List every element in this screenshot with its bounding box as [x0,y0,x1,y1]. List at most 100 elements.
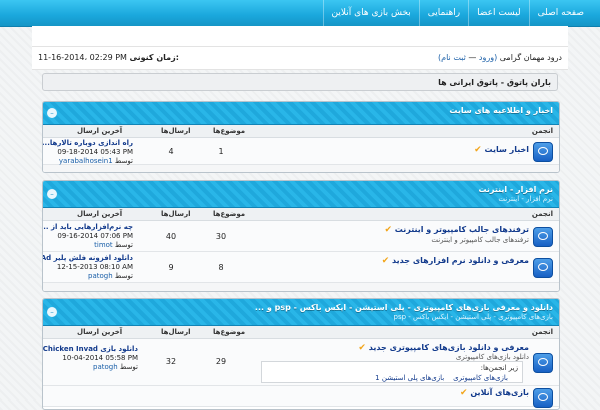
topic-count: 30 [215,232,227,241]
col-posts: ارسال‌ها [161,210,191,218]
last-post: راه اندازی دوباره تالارها... 09-18-2014 … [43,139,133,166]
last-post: دانلود بازی Chicken Invad... 10-04-2014 … [43,345,138,372]
welcome-prefix: درود مهمان گرامی [499,53,562,62]
last-post-title[interactable]: چه نرم‌افزارهایی باید از ... [43,223,133,232]
subforum-link[interactable]: بازی‌های کامپیوتری [453,374,508,382]
checkmark-icon: ✔ [358,343,366,353]
last-post-user[interactable]: patogh [88,272,113,280]
col-forum: انجمن [531,210,553,218]
checkmark-icon: ✔ [460,388,468,398]
register-link[interactable]: ثبت نام) [438,53,466,62]
by-label: توسط [114,157,133,165]
last-post-title[interactable]: راه اندازی دوباره تالارها... [43,139,133,148]
category-description: نرم افزار - اینترنت [498,195,553,203]
subforums-label: زیر انجمن‌ها: [480,364,518,372]
login-link[interactable]: (ورود [479,53,497,62]
time-label: زمان کنونی: [129,53,179,62]
separator: — [468,53,477,62]
by-label: توسط [114,272,133,280]
last-post-user[interactable]: yarabalhosein1 [59,157,113,165]
nav-item-online-games[interactable]: بخش بازی های آنلاین [322,0,419,26]
subforums-box: زیر انجمن‌ها: بازی‌های کامپیوتری بازی‌ها… [261,361,523,383]
collapse-toggle-icon[interactable]: – [47,189,57,199]
forum-row[interactable]: اخبار سایت ✔ 1 4 راه اندازی دوباره تالار… [43,138,559,165]
category-header: اخبار و اطلاعیه های سایت – [43,102,559,125]
forum-description: دانلود بازی‌های کامپیوتری [455,353,529,361]
forum-name[interactable]: ترفندهای جالب کامپیوتر و اینترنت ✔ [384,225,529,235]
topic-count: 1 [218,147,224,156]
last-post-date: 10-04-2014 05:58 PM [62,354,138,362]
category-title[interactable]: اخبار و اطلاعیه های سایت [449,106,553,115]
last-post-title[interactable]: دانلود بازی Chicken Invad... [43,345,138,354]
table-header: انجمن موضوع‌ها ارسال‌ها آخرین ارسال [43,125,559,138]
category-description: بازی‌های کامپیوتری - پلی استیشن - ایکس ب… [393,313,553,321]
subforum-link[interactable]: بازی‌های پلی استیشن 1 [375,374,444,382]
forum-description: ترفندهای جالب کامپیوتر و اینترنت [431,236,529,244]
category-title[interactable]: نرم افزار - اینترنت [478,185,553,194]
nav-item-help[interactable]: راهنمایی [418,0,468,26]
col-forum: انجمن [531,127,553,135]
checkmark-icon: ✔ [384,225,392,235]
last-post-user[interactable]: patogh [93,363,118,371]
category-footer [43,283,559,291]
table-header: انجمن موضوع‌ها ارسال‌ها آخرین ارسال [43,326,559,339]
collapse-toggle-icon[interactable]: – [47,108,57,118]
forum-name[interactable]: بازی‌های آنلاین ✔ [460,388,529,398]
last-post-date: 12-15-2013 08:10 AM [56,263,133,271]
nav-item-home[interactable]: صفحه اصلی [528,0,592,26]
topic-count: 29 [215,357,227,366]
col-posts: ارسال‌ها [161,328,191,336]
col-topics: موضوع‌ها [213,328,246,336]
category-header: نرم افزار - اینترنت نرم افزار - اینترنت … [43,181,559,208]
by-label: توسط [119,363,138,371]
col-topics: موضوع‌ها [213,127,246,135]
category-header: دانلود و معرفی بازی‌های کامپیوتری - پلی … [43,299,559,326]
forum-chat-icon [533,353,553,373]
checkmark-icon: ✔ [381,256,390,266]
forum-category-news: اخبار و اطلاعیه های سایت – انجمن موضوع‌ه… [42,101,560,173]
topic-count: 8 [218,263,224,272]
forum-name[interactable]: معرفی و دانلود بازی‌های کامپیوتری جدید ✔ [358,343,529,353]
post-count: 40 [165,232,177,241]
welcome-bar: درود مهمان گرامی (ورود — ثبت نام) 11-16-… [32,46,568,70]
col-last-post: آخرین ارسال [77,328,123,336]
post-count: 9 [168,263,174,272]
last-post-title[interactable]: دانلود افزونه فلش پلیر Ad... [43,254,133,263]
forum-chat-icon [533,227,553,247]
by-label: توسط [114,241,133,249]
category-title[interactable]: دانلود و معرفی بازی‌های کامپیوتری - پلی … [255,303,553,312]
post-count: 4 [168,147,174,156]
last-post-date: 09-18-2014 05:43 PM [57,148,133,156]
category-footer [43,165,559,172]
post-count: 32 [165,357,177,366]
welcome-text: درود مهمان گرامی (ورود — ثبت نام) [438,53,562,62]
time-value: 11-16-2014، 02:29 PM [38,53,127,62]
forum-name[interactable]: معرفی و دانلود نرم افزارهای جدید ✔ [382,256,529,266]
forum-name[interactable]: اخبار سایت ✔ [474,145,529,155]
last-post-date: 09-16-2014 07:06 PM [57,232,133,240]
forum-category-software: نرم افزار - اینترنت نرم افزار - اینترنت … [42,180,560,292]
forum-row[interactable]: بازی‌های آنلاین ✔ [43,386,559,408]
col-posts: ارسال‌ها [161,127,191,135]
nav-item-members[interactable]: لیست اعضا [468,0,529,26]
col-topics: موضوع‌ها [213,210,246,218]
last-post: چه نرم‌افزارهایی باید از ... 09-16-2014 … [43,223,133,250]
col-last-post: آخرین ارسال [77,127,123,135]
forum-chat-icon [533,142,553,162]
forum-category-games: دانلود و معرفی بازی‌های کامپیوتری - پلی … [42,298,560,410]
col-last-post: آخرین ارسال [77,210,123,218]
top-navigation-bar: صفحه اصلی لیست اعضا راهنمایی بخش بازی ها… [0,0,600,27]
current-time: 11-16-2014، 02:29 PM زمان کنونی: [38,53,179,62]
forum-chat-icon [533,258,553,278]
collapse-toggle-icon[interactable]: – [47,307,57,317]
checkmark-icon: ✔ [474,145,482,155]
table-header: انجمن موضوع‌ها ارسال‌ها آخرین ارسال [43,208,559,221]
col-forum: انجمن [531,328,553,336]
forum-row[interactable]: معرفی و دانلود نرم افزارهای جدید ✔ 8 9 د… [43,252,559,283]
header-area [32,26,568,46]
forum-row[interactable]: معرفی و دانلود بازی‌های کامپیوتری جدید ✔… [43,339,559,386]
last-post-user[interactable]: timot [94,241,113,249]
forum-row[interactable]: ترفندهای جالب کامپیوتر و اینترنت ✔ ترفند… [43,221,559,252]
forum-chat-icon [533,388,553,408]
breadcrumb[interactable]: باران پاتوق - پاتوق ایرانی ها [42,73,558,91]
